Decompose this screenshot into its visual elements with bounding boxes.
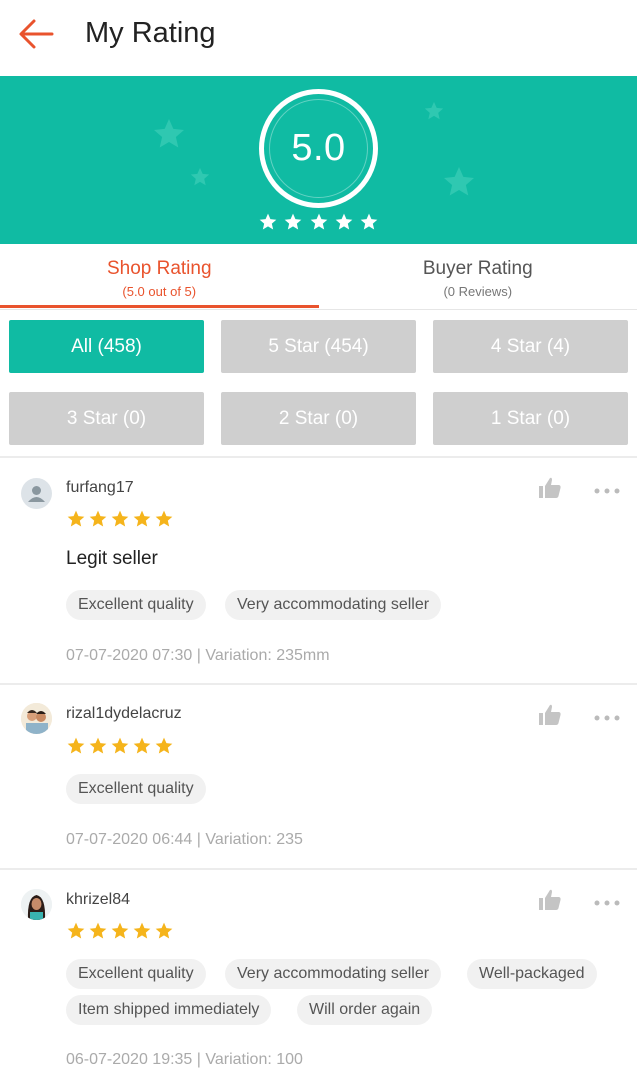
summary-stars bbox=[258, 212, 379, 234]
user-photo-icon bbox=[21, 889, 52, 920]
filter-4-star[interactable]: 4 Star (4) bbox=[433, 320, 628, 373]
star-icon bbox=[133, 737, 151, 754]
filter-2-star[interactable]: 2 Star (0) bbox=[221, 392, 416, 445]
star-icon bbox=[284, 213, 302, 230]
review-username: furfang17 bbox=[66, 479, 134, 496]
thumbs-up-icon bbox=[539, 477, 561, 498]
score-value: 5.0 bbox=[291, 127, 346, 169]
star-icon bbox=[67, 922, 85, 939]
review-stars bbox=[66, 921, 174, 941]
star-icon bbox=[89, 737, 107, 754]
star-icon bbox=[67, 737, 85, 754]
star-icon bbox=[155, 922, 173, 939]
review-meta: 07-07-2020 06:44 | Variation: 235 bbox=[66, 831, 303, 848]
tab-label: Shop Rating bbox=[106, 258, 212, 279]
like-button[interactable] bbox=[537, 703, 563, 727]
review-tag: Well-packaged bbox=[467, 959, 597, 989]
review-meta: 06-07-2020 19:35 | Variation: 100 bbox=[66, 1051, 303, 1068]
rating-tabs: Shop Rating (5.0 out of 5) Buyer Rating … bbox=[0, 244, 637, 310]
rating-summary: 5.0 bbox=[0, 76, 637, 244]
filter-all[interactable]: All (458) bbox=[9, 320, 204, 373]
tab-buyer-rating[interactable]: Buyer Rating (0 Reviews) bbox=[319, 244, 637, 309]
star-icon bbox=[133, 922, 151, 939]
avatar bbox=[21, 478, 52, 509]
score-circle: 5.0 bbox=[259, 89, 378, 208]
more-horizontal-icon bbox=[594, 488, 620, 494]
arrow-left-icon bbox=[19, 19, 54, 49]
decorative-star-icon bbox=[154, 119, 184, 148]
star-icon bbox=[111, 922, 129, 939]
review-meta: 07-07-2020 07:30 | Variation: 235mm bbox=[66, 647, 330, 664]
more-horizontal-icon bbox=[594, 715, 620, 721]
decorative-star-icon bbox=[424, 101, 444, 120]
review-item: khrizel84 Excellent quality Very accommo… bbox=[0, 870, 637, 1080]
tab-label: Buyer Rating bbox=[422, 258, 533, 279]
star-icon bbox=[310, 213, 327, 230]
thumbs-up-icon bbox=[539, 889, 561, 910]
review-item: rizal1dydelacruz Excellent quality 07-07… bbox=[0, 685, 637, 870]
star-icon bbox=[259, 213, 277, 230]
default-user-icon bbox=[28, 486, 45, 502]
tab-sublabel: (5.0 out of 5) bbox=[122, 284, 197, 299]
review-tag: Very accommodating seller bbox=[225, 590, 442, 620]
tab-shop-rating[interactable]: Shop Rating (5.0 out of 5) bbox=[0, 244, 319, 309]
like-button[interactable] bbox=[537, 888, 563, 912]
back-button[interactable] bbox=[16, 16, 56, 52]
review-tag: Excellent quality bbox=[66, 774, 206, 804]
review-tag: Excellent quality bbox=[66, 959, 206, 989]
star-icon bbox=[155, 510, 173, 527]
avatar bbox=[21, 703, 52, 734]
review-comment: Legit seller bbox=[66, 548, 158, 569]
review-stars bbox=[66, 736, 174, 756]
star-icon bbox=[89, 510, 107, 527]
star-filter-grid: All (458) 5 Star (454) 4 Star (4) 3 Star… bbox=[9, 320, 628, 446]
star-icon bbox=[67, 510, 85, 527]
review-tag: Very accommodating seller bbox=[225, 959, 442, 989]
star-icon bbox=[335, 213, 353, 230]
page-title: My Rating bbox=[85, 17, 216, 49]
more-horizontal-icon bbox=[594, 900, 620, 906]
avatar bbox=[21, 889, 52, 920]
more-options-button[interactable] bbox=[594, 483, 620, 494]
review-username: khrizel84 bbox=[66, 891, 131, 908]
star-icon bbox=[360, 213, 378, 230]
more-options-button[interactable] bbox=[594, 710, 620, 721]
review-stars bbox=[66, 509, 174, 529]
active-tab-indicator bbox=[0, 305, 319, 308]
decorative-star-icon bbox=[444, 167, 474, 196]
thumbs-up-icon bbox=[539, 704, 561, 725]
review-username: rizal1dydelacruz bbox=[66, 705, 182, 722]
review-tag: Item shipped immediately bbox=[66, 995, 272, 1025]
star-icon bbox=[133, 510, 151, 527]
review-tag: Will order again bbox=[297, 995, 433, 1025]
review-item: furfang17 Legit seller Excellent quality… bbox=[0, 458, 637, 685]
user-photo-icon bbox=[21, 703, 52, 734]
tab-sublabel: (0 Reviews) bbox=[443, 284, 513, 299]
star-icon bbox=[111, 737, 129, 754]
star-icon bbox=[89, 922, 107, 939]
star-icon bbox=[155, 737, 173, 754]
filter-3-star[interactable]: 3 Star (0) bbox=[9, 392, 204, 445]
decorative-star-icon bbox=[190, 167, 210, 186]
like-button[interactable] bbox=[537, 476, 563, 500]
header-bar: My Rating bbox=[0, 0, 637, 76]
more-options-button[interactable] bbox=[594, 895, 620, 906]
filter-5-star[interactable]: 5 Star (454) bbox=[221, 320, 416, 373]
star-icon bbox=[111, 510, 129, 527]
filter-1-star[interactable]: 1 Star (0) bbox=[433, 392, 628, 445]
review-tag: Excellent quality bbox=[66, 590, 206, 620]
